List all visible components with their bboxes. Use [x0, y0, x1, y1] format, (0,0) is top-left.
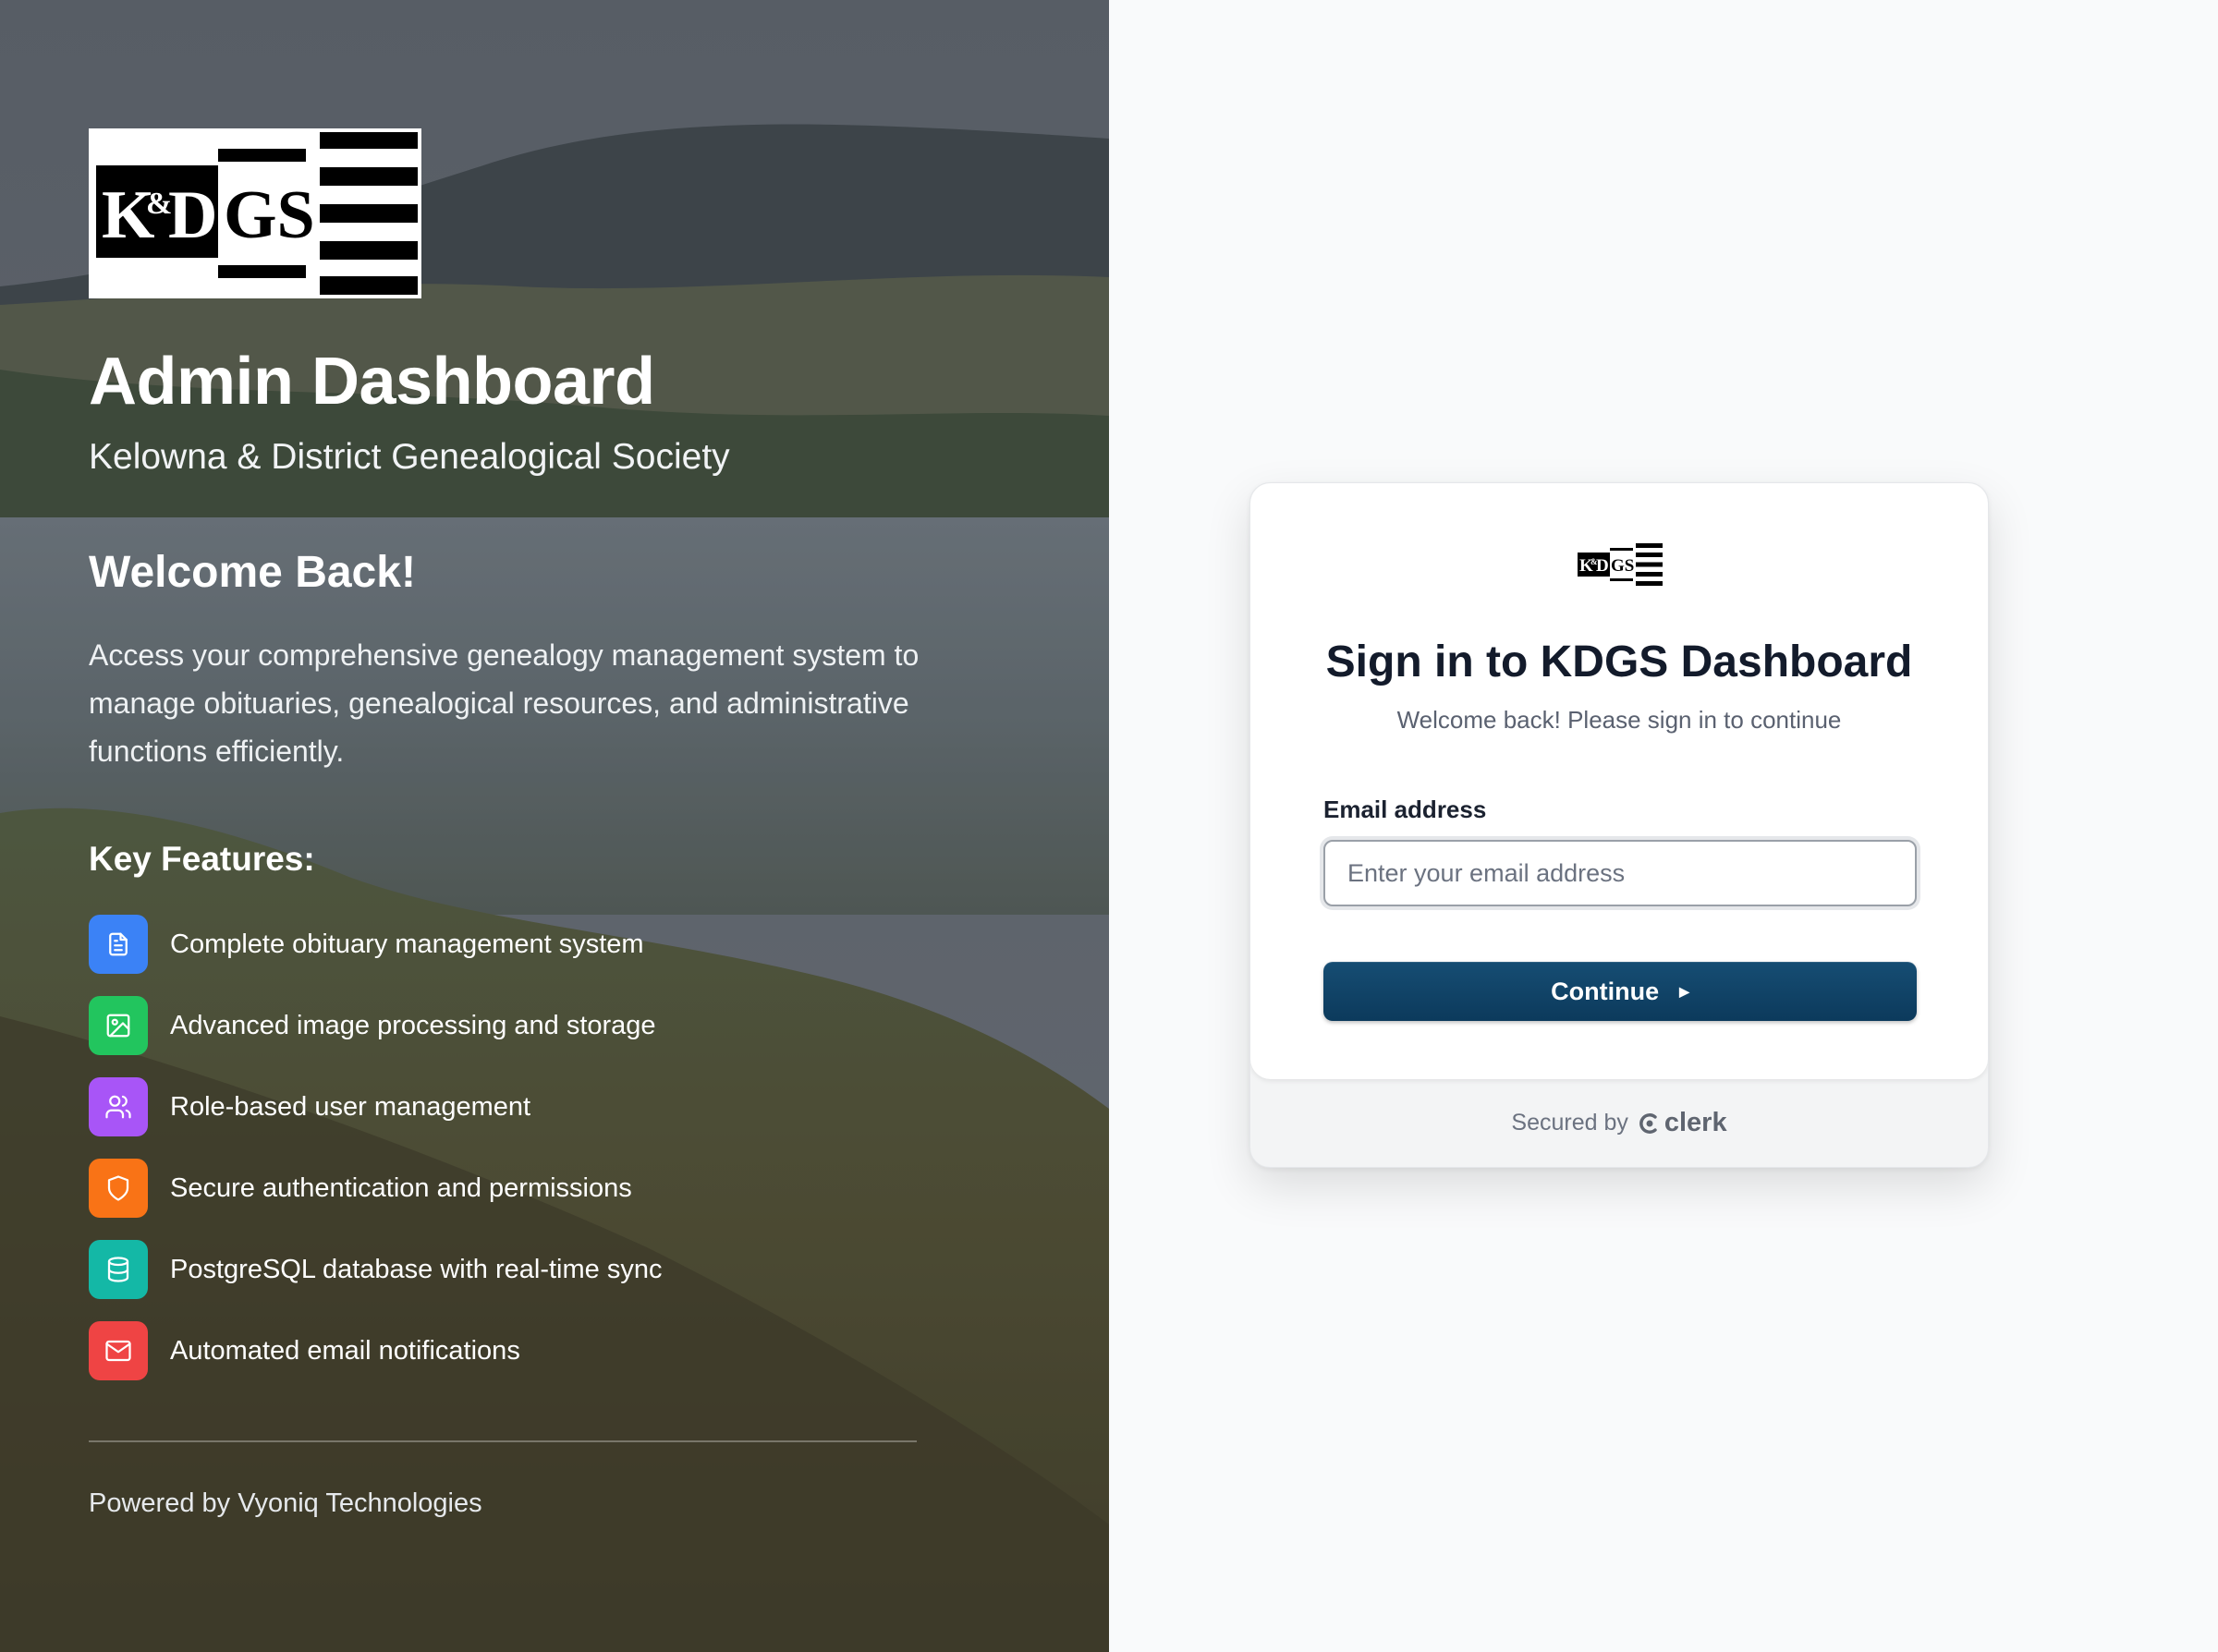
welcome-heading: Welcome Back!	[89, 548, 416, 597]
continue-button-label: Continue	[1551, 977, 1660, 1005]
clerk-wordmark: clerk	[1664, 1108, 1727, 1137]
feature-label: Advanced image processing and storage	[170, 1010, 656, 1040]
continue-button[interactable]: Continue ▶	[1323, 962, 1917, 1021]
users-icon	[89, 1077, 148, 1136]
feature-label: Automated email notifications	[170, 1335, 520, 1366]
hero-divider	[89, 1440, 917, 1442]
svg-text:D: D	[1596, 556, 1609, 576]
email-input[interactable]	[1323, 840, 1917, 906]
caret-right-icon: ▶	[1679, 984, 1689, 999]
svg-text:GS: GS	[1611, 556, 1634, 576]
feature-label: Complete obituary management system	[170, 929, 644, 959]
hero-title: Admin Dashboard	[89, 345, 655, 419]
feature-item: Automated email notifications	[89, 1321, 662, 1380]
feature-label: PostgreSQL database with real-time sync	[170, 1254, 663, 1284]
sign-in-subtitle: Welcome back! Please sign in to continue	[1396, 706, 1842, 734]
sign-in-card: K & D GS Sign in to KDGS Dashboard Welco…	[1249, 482, 1989, 1168]
feature-label: Secure authentication and permissions	[170, 1172, 632, 1203]
email-label: Email address	[1323, 796, 1487, 823]
feature-item: Advanced image processing and storage	[89, 996, 662, 1055]
feature-label: Role-based user management	[170, 1091, 531, 1122]
mail-icon	[89, 1321, 148, 1380]
secured-by-text: Secured by	[1511, 1110, 1628, 1136]
clerk-logo[interactable]: clerk	[1638, 1108, 1727, 1138]
hero-subtitle: Kelowna & District Genealogical Society	[89, 437, 730, 477]
shield-icon	[89, 1159, 148, 1218]
database-icon	[89, 1240, 148, 1299]
powered-by: Powered by Vyoniq Technologies	[89, 1488, 482, 1518]
svg-text:GS: GS	[224, 177, 315, 253]
hero-panel: K & D GS Admin Dashboard Kelowna & Distr…	[0, 0, 1109, 1652]
feature-item: PostgreSQL database with real-time sync	[89, 1240, 662, 1299]
feature-list: Complete obituary management system Adva…	[89, 915, 662, 1403]
sign-in-title: Sign in to KDGS Dashboard	[1325, 638, 1913, 686]
feature-item: Role-based user management	[89, 1077, 662, 1136]
svg-text:D: D	[168, 177, 217, 253]
kdgs-logo-small: K & D GS	[1578, 543, 1663, 586]
clerk-mark-icon	[1639, 1112, 1657, 1134]
secured-by-footer: Secured by clerk	[1250, 1108, 1988, 1138]
features-heading: Key Features:	[89, 840, 315, 878]
sign-in-card-body: K & D GS Sign in to KDGS Dashboard Welco…	[1250, 483, 1988, 1079]
kdgs-logo-mark: K & D GS	[96, 132, 418, 295]
intro-text: Access your comprehensive genealogy mana…	[89, 638, 920, 768]
document-icon	[89, 915, 148, 974]
feature-item: Secure authentication and permissions	[89, 1159, 662, 1218]
kdgs-logo: K & D GS	[89, 128, 421, 298]
image-icon	[89, 996, 148, 1055]
feature-item: Complete obituary management system	[89, 915, 662, 974]
